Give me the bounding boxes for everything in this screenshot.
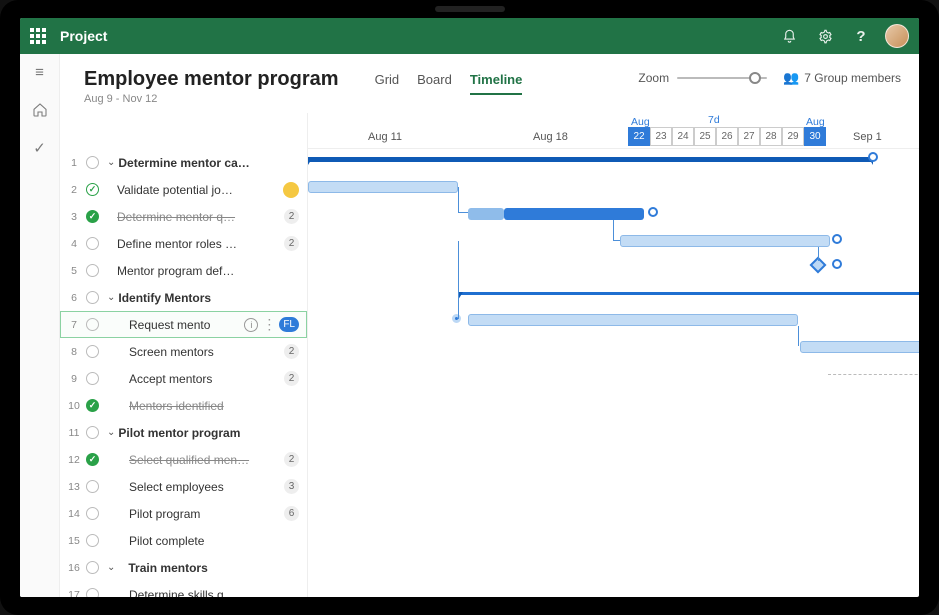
gantt-link (458, 241, 459, 319)
task-row[interactable]: 12Select qualified men…2 (60, 446, 307, 473)
rail-home-icon[interactable] (28, 98, 52, 122)
gantt-bar-progress[interactable] (504, 208, 644, 220)
zoom-label: Zoom (638, 71, 669, 85)
gantt-summary-bar[interactable] (308, 157, 873, 162)
count-badge: 2 (284, 452, 299, 467)
day-cell[interactable]: 29 (782, 127, 804, 146)
task-row[interactable]: 11⌄Pilot mentor program (60, 419, 307, 446)
group-members-button[interactable]: 👥 7 Group members (783, 70, 901, 86)
count-badge: 2 (284, 344, 299, 359)
task-row[interactable]: 8Screen mentors2 (60, 338, 307, 365)
more-icon[interactable]: ⋮ (262, 316, 275, 333)
camera-notch (435, 6, 505, 12)
day-strip: 22 23 24 25 26 27 28 29 30 (628, 127, 826, 146)
count-badge: 2 (284, 209, 299, 224)
gantt-end-marker (648, 207, 658, 217)
task-row[interactable]: 5Mentor program def… (60, 257, 307, 284)
day-cell[interactable]: 30 (804, 127, 826, 146)
rail-menu-icon[interactable]: ≡ (28, 60, 52, 84)
zoom-slider-thumb[interactable] (749, 72, 761, 84)
day-cell[interactable]: 24 (672, 127, 694, 146)
app-screen: Project ? ≡ ✓ Employee mentor program Au… (20, 18, 919, 597)
task-row[interactable]: 9Accept mentors2 (60, 365, 307, 392)
app-launcher-icon[interactable] (30, 28, 46, 44)
gantt-link (613, 220, 614, 240)
task-row[interactable]: 3Determine mentor q…2 (60, 203, 307, 230)
timescale-tick: Aug 11 (368, 131, 402, 143)
project-date-range: Aug 9 - Nov 12 (84, 93, 339, 105)
task-row[interactable]: 6⌄Identify Mentors (60, 284, 307, 311)
day-cell[interactable]: 23 (650, 127, 672, 146)
project-header: Employee mentor program Aug 9 - Nov 12 G… (60, 54, 919, 113)
gantt-link (798, 326, 799, 346)
gantt-bars (308, 149, 919, 597)
timescale: Aug 11 Aug 18 Aug 7d Aug Sep 1 22 23 24 … (308, 113, 919, 149)
task-row[interactable]: 17Determine skills g… (60, 581, 307, 597)
left-nav-rail: ≡ ✓ (20, 54, 60, 597)
day-cell[interactable]: 27 (738, 127, 760, 146)
zoom-control[interactable]: Zoom (638, 71, 767, 85)
gantt-summary-bar[interactable] (458, 292, 919, 295)
tab-grid[interactable]: Grid (375, 72, 400, 93)
task-row-selected[interactable]: 7Request mentoi⋮FL (60, 311, 307, 338)
count-badge: 3 (284, 479, 299, 494)
task-row[interactable]: 10Mentors identified (60, 392, 307, 419)
info-icon[interactable]: i (244, 318, 258, 332)
gantt-bar[interactable] (468, 208, 504, 220)
gantt-link (818, 247, 819, 261)
timescale-tick: Sep 1 (853, 131, 882, 143)
count-badge: 2 (284, 371, 299, 386)
gantt-bar-selected[interactable] (468, 314, 798, 326)
gantt-chart[interactable]: Aug 11 Aug 18 Aug 7d Aug Sep 1 22 23 24 … (308, 113, 919, 597)
timescale-tick: Aug 18 (533, 131, 568, 143)
assignee-avatar (283, 182, 299, 198)
day-cell[interactable]: 22 (628, 127, 650, 146)
tab-board[interactable]: Board (417, 72, 452, 93)
gantt-start-marker (452, 314, 461, 323)
gantt-bar[interactable] (620, 235, 830, 247)
gantt-bar[interactable] (308, 181, 458, 193)
help-icon[interactable]: ? (851, 26, 871, 46)
project-title: Employee mentor program (84, 68, 339, 91)
task-list: 1⌄Determine mentor ca… 2Validate potenti… (60, 113, 308, 597)
assignee-badge: FL (279, 317, 299, 332)
count-badge: 6 (284, 506, 299, 521)
people-icon: 👥 (783, 70, 799, 86)
settings-icon[interactable] (815, 26, 835, 46)
gantt-end-marker (832, 259, 842, 269)
gantt-link (458, 212, 468, 213)
app-top-bar: Project ? (20, 18, 919, 54)
day-cell[interactable]: 25 (694, 127, 716, 146)
task-row[interactable]: 14Pilot program6 (60, 500, 307, 527)
task-row[interactable]: 2Validate potential jo… (60, 176, 307, 203)
gantt-end-marker (832, 234, 842, 244)
gantt-bar[interactable] (800, 341, 919, 353)
task-row[interactable]: 13Select employees3 (60, 473, 307, 500)
day-cell[interactable]: 28 (760, 127, 782, 146)
timescale-span: 7d (708, 114, 720, 126)
members-label: 7 Group members (804, 71, 901, 85)
notifications-icon[interactable] (779, 26, 799, 46)
gantt-link (613, 240, 620, 241)
zoom-slider-track[interactable] (677, 77, 767, 79)
count-badge: 2 (284, 236, 299, 251)
gantt-placeholder (828, 374, 919, 376)
user-avatar[interactable] (885, 24, 909, 48)
tab-timeline[interactable]: Timeline (470, 72, 523, 95)
task-row[interactable]: 15Pilot complete (60, 527, 307, 554)
view-tabs: Grid Board Timeline (375, 68, 523, 95)
app-name: Project (60, 28, 107, 44)
task-row[interactable]: 16⌄Train mentors (60, 554, 307, 581)
task-row[interactable]: 4Define mentor roles …2 (60, 230, 307, 257)
task-row[interactable]: 1⌄Determine mentor ca… (60, 149, 307, 176)
gantt-end-marker (868, 152, 878, 162)
gantt-link (458, 187, 459, 212)
rail-check-icon[interactable]: ✓ (28, 136, 52, 160)
day-cell[interactable]: 26 (716, 127, 738, 146)
tablet-frame: Project ? ≡ ✓ Employee mentor program Au… (0, 0, 939, 615)
